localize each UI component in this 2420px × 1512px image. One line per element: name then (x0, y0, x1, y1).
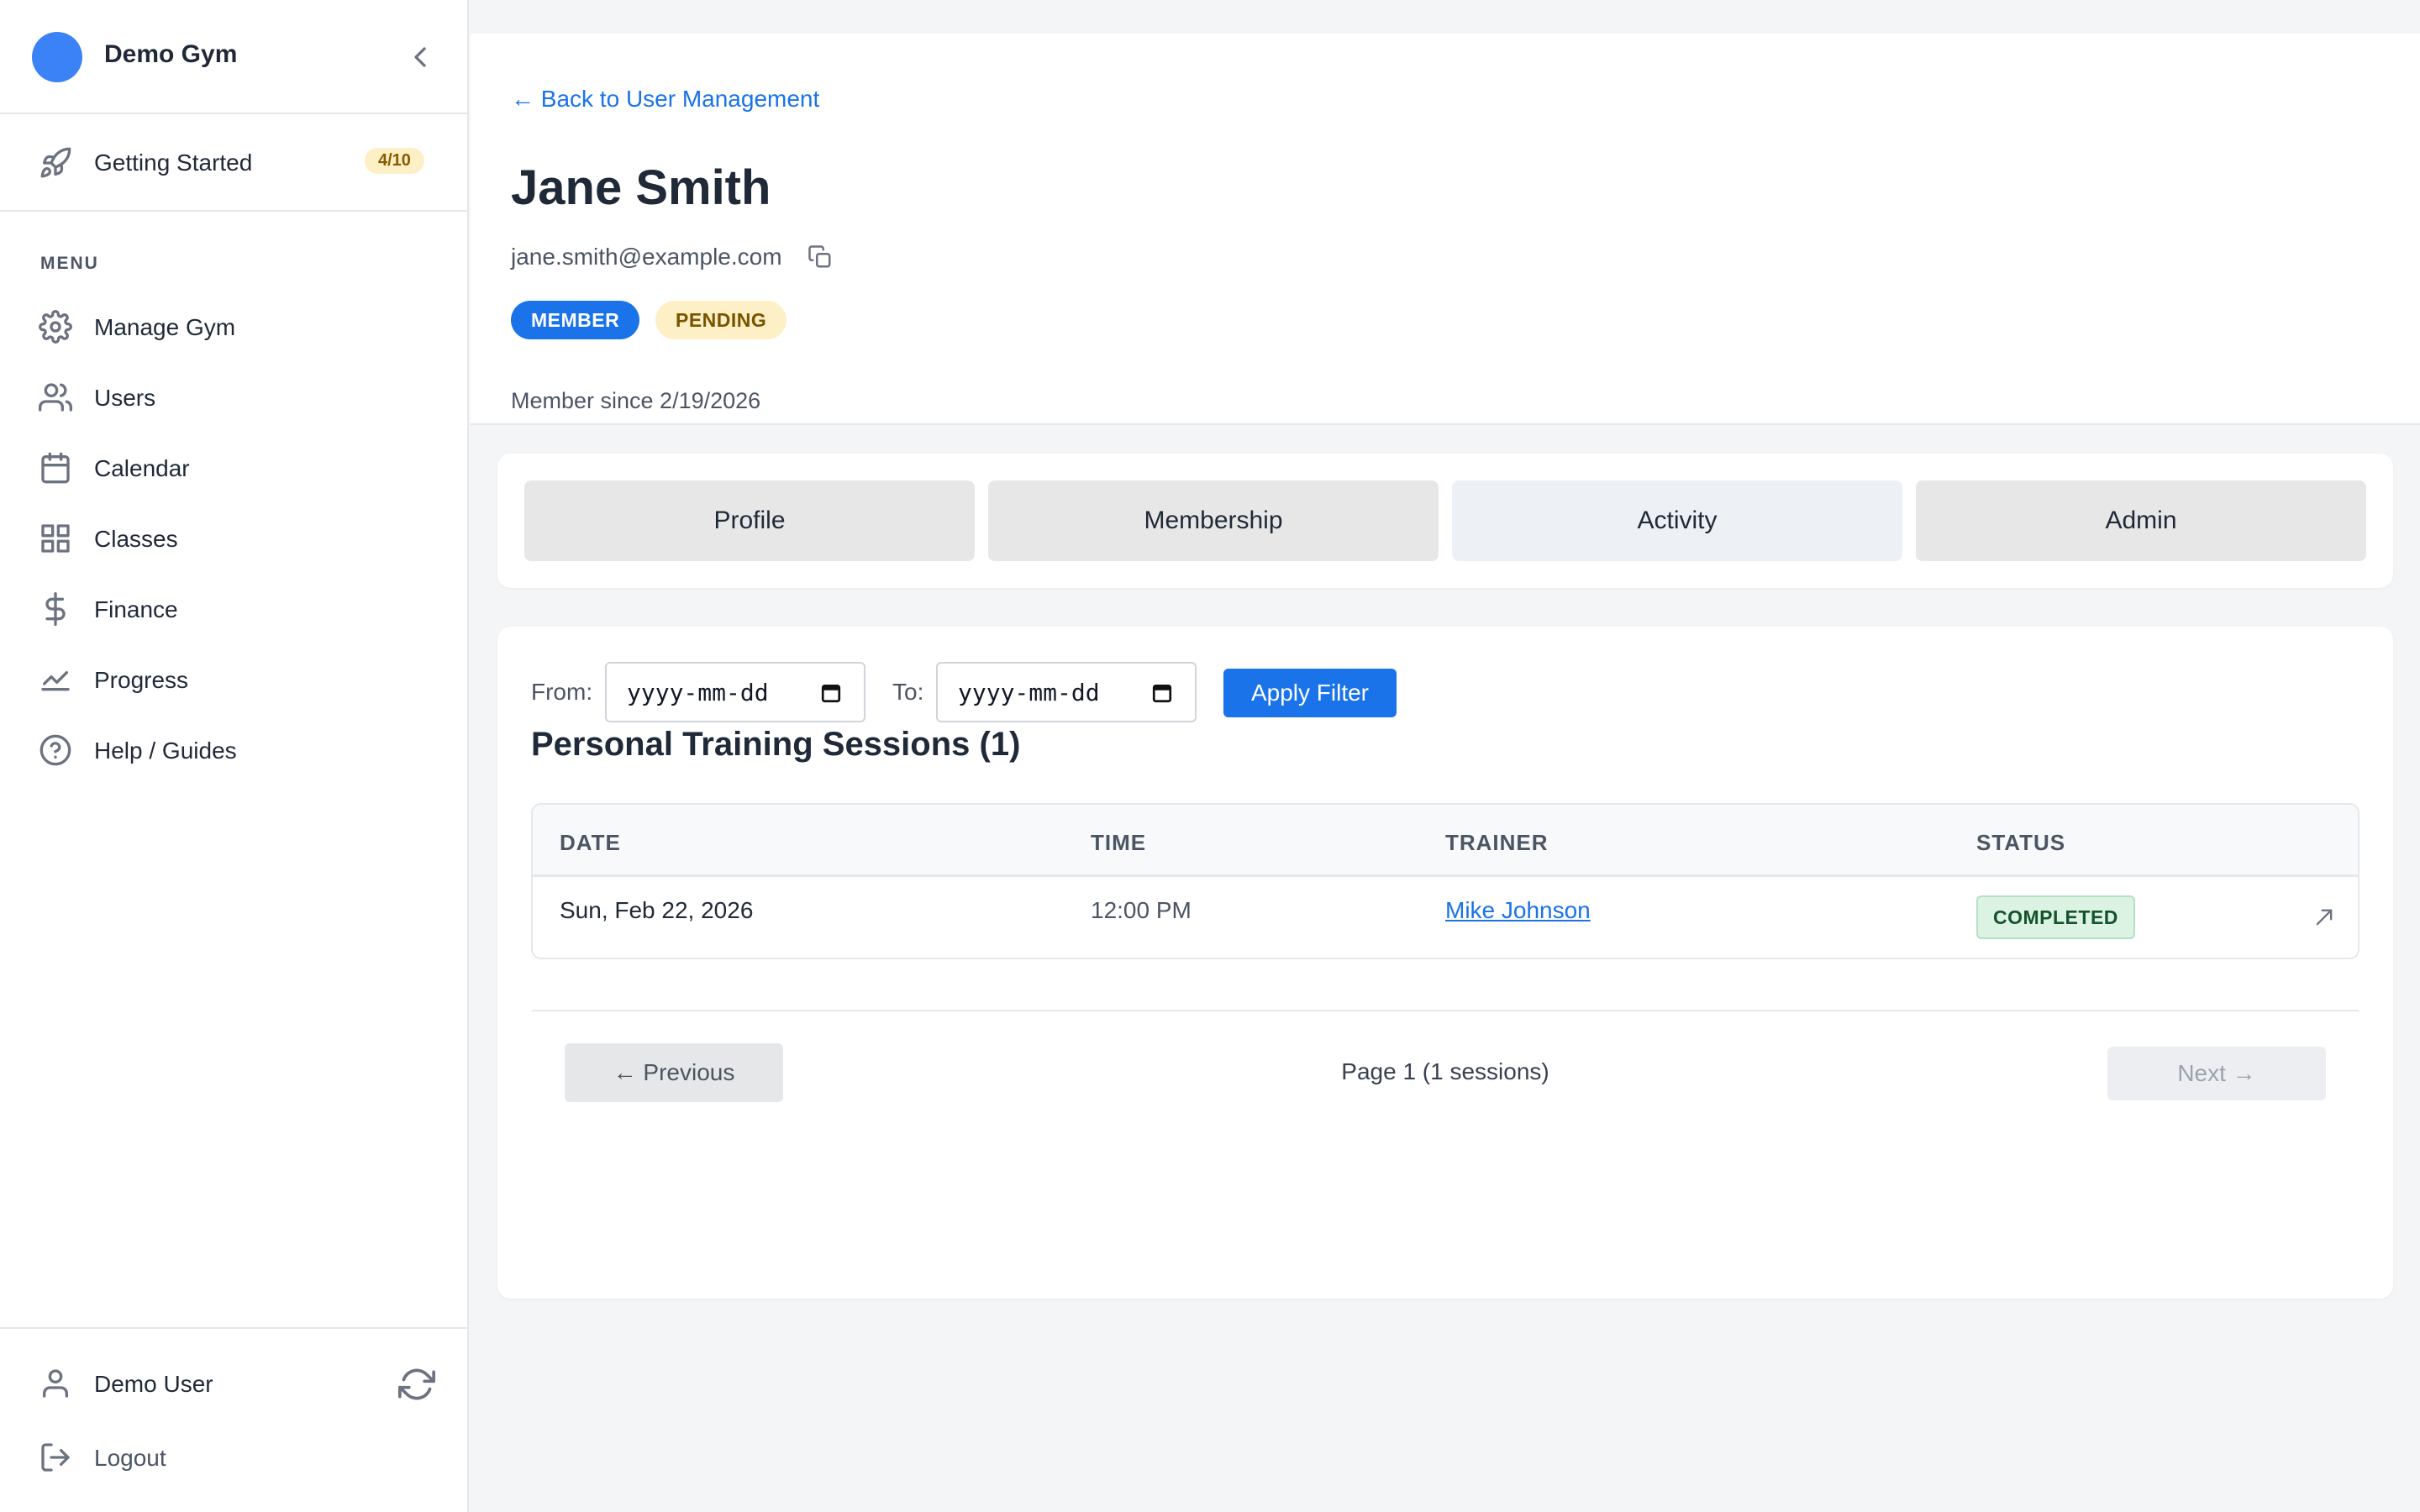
sidebar-item-label: Manage Gym (94, 314, 236, 340)
logout-icon (41, 1443, 70, 1472)
session-date: Sun, Feb 22, 2026 (560, 897, 754, 923)
sidebar-item-label: Progress (94, 667, 189, 693)
sidebar-item-label: Classes (94, 526, 178, 552)
to-label: To: (892, 679, 924, 705)
copy-email-button[interactable] (803, 240, 837, 274)
sidebar-item-label: Users (94, 385, 156, 411)
copy-icon (808, 245, 831, 268)
column-header-time: TIME (1091, 830, 1147, 855)
grid-icon (41, 524, 70, 553)
tab-admin[interactable]: Admin (1916, 480, 2366, 561)
calendar-icon (821, 684, 841, 703)
user-header: ← Back to User Management Jane Smith jan… (471, 34, 2420, 425)
apply-filter-button[interactable]: Apply Filter (1223, 669, 1397, 717)
back-to-user-management-link[interactable]: ← Back to User Management (511, 86, 819, 113)
sidebar-item-calendar[interactable]: Calendar (0, 437, 467, 499)
logout-button[interactable]: Logout (0, 1426, 467, 1488)
activity-panel: From: yyyy-mm-dd To: yyyy-mm-dd Apply Fi… (497, 627, 2393, 1299)
column-header-trainer: TRAINER (1445, 830, 1549, 855)
member-since: Member since 2/19/2026 (511, 388, 761, 413)
page-title: Jane Smith (511, 160, 771, 215)
sidebar-item-classes[interactable]: Classes (0, 507, 467, 570)
sidebar-item-label: Help / Guides (94, 738, 237, 764)
sessions-title: Personal Training Sessions (1) (531, 726, 1021, 763)
brand-header: Demo Gym (0, 0, 467, 114)
pagination-divider (531, 1010, 2360, 1013)
user-email: jane.smith@example.com (511, 244, 782, 270)
sidebar-item-label: Finance (94, 596, 178, 622)
tab-profile[interactable]: Profile (524, 480, 975, 561)
column-header-date: DATE (560, 830, 621, 855)
status-badge: PENDING (655, 301, 787, 339)
user-icon (43, 1369, 69, 1398)
sidebar-item-users[interactable]: Users (0, 366, 467, 428)
help-icon (39, 734, 71, 766)
arrow-up-right-icon (2316, 909, 2333, 926)
menu-section-title: MENU (40, 254, 99, 273)
open-session-button[interactable] (2312, 906, 2336, 929)
getting-started-progress-badge: 4/10 (365, 148, 424, 174)
sidebar-item-manage-gym[interactable]: Manage Gym (0, 296, 467, 358)
sidebar-footer: Demo User Logout (0, 1327, 467, 1512)
current-user[interactable]: Demo User (0, 1352, 467, 1415)
tab-activity[interactable]: Activity (1452, 480, 1902, 561)
getting-started-label: Getting Started (94, 150, 253, 176)
sidebar-item-help-guides[interactable]: Help / Guides (0, 719, 467, 781)
chart-icon (41, 671, 70, 691)
current-user-name: Demo User (94, 1371, 213, 1397)
from-label: From: (531, 679, 593, 705)
refresh-icon (398, 1368, 435, 1400)
table-header: DATE TIME TRAINER STATUS (533, 805, 2358, 877)
logout-label: Logout (94, 1445, 166, 1471)
collapse-sidebar-button[interactable] (403, 40, 437, 74)
from-date-input[interactable]: yyyy-mm-dd (605, 662, 865, 722)
dollar-icon (45, 592, 66, 626)
sidebar-item-getting-started[interactable]: Getting Started 4/10 (0, 114, 467, 212)
to-date-placeholder: yyyy-mm-dd (958, 678, 1100, 706)
gear-icon (39, 310, 72, 344)
users-icon (39, 383, 72, 412)
sidebar: Demo Gym Getting Started 4/10 MENU Manag… (0, 0, 469, 1512)
top-strip (471, 0, 2420, 34)
tab-membership[interactable]: Membership (988, 480, 1439, 561)
sidebar-item-label: Calendar (94, 455, 190, 481)
sidebar-item-progress[interactable]: Progress (0, 648, 467, 711)
trainer-link[interactable]: Mike Johnson (1445, 897, 1591, 924)
gym-logo (32, 32, 82, 82)
chevron-left-icon (414, 47, 426, 67)
next-page-button[interactable]: Next → (2107, 1047, 2326, 1100)
sessions-table: DATE TIME TRAINER STATUS Sun, Feb 22, 20… (531, 803, 2360, 959)
gym-name: Demo Gym (104, 40, 238, 68)
column-header-status: STATUS (1976, 830, 2066, 855)
refresh-button[interactable] (398, 1366, 435, 1403)
calendar-icon (41, 452, 70, 484)
rocket-icon (40, 147, 71, 178)
sidebar-item-finance[interactable]: Finance (0, 578, 467, 640)
role-badge: MEMBER (511, 301, 640, 339)
calendar-icon (1152, 684, 1172, 703)
tab-bar: Profile Membership Activity Admin (497, 454, 2393, 588)
session-time: 12:00 PM (1091, 897, 1192, 923)
session-status-badge: COMPLETED (1976, 895, 2135, 939)
to-date-input[interactable]: yyyy-mm-dd (936, 662, 1197, 722)
table-row[interactable]: Sun, Feb 22, 2026 12:00 PM Mike Johnson … (533, 877, 2358, 958)
from-date-placeholder: yyyy-mm-dd (627, 678, 769, 706)
